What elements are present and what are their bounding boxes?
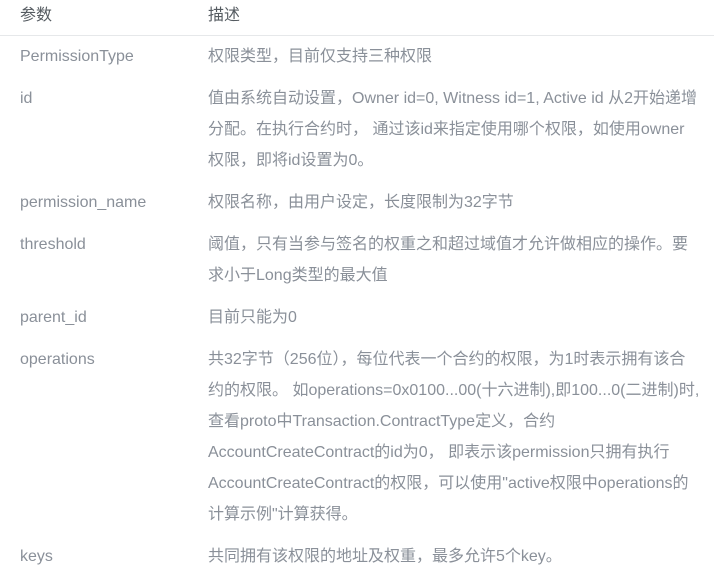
param-description: 权限名称，由用户设定，长度限制为32字节 [199,182,714,223]
param-description: 共32字节（256位），每位代表一个合约的权限，为1时表示拥有该合约的权限。 如… [199,338,714,536]
table-row: keys 共同拥有该权限的地址及权重，最多允许5个key。 [0,536,714,577]
param-name: PermissionType [0,36,199,78]
column-header-param: 参数 [0,0,199,36]
param-description: 值由系统自动设置，Owner id=0, Witness id=1, Activ… [199,77,714,182]
param-name: threshold [0,223,199,297]
param-name: operations [0,338,199,536]
table-row: operations 共32字节（256位），每位代表一个合约的权限，为1时表示… [0,338,714,536]
param-name: keys [0,536,199,577]
table-header: 参数 描述 [0,0,714,36]
param-name: parent_id [0,297,199,338]
table-row: permission_name 权限名称，由用户设定，长度限制为32字节 [0,182,714,223]
param-name: id [0,77,199,182]
param-name: permission_name [0,182,199,223]
param-description: 共同拥有该权限的地址及权重，最多允许5个key。 [199,536,714,577]
param-description: 目前只能为0 [199,297,714,338]
table-header-row: 参数 描述 [0,0,714,36]
param-description: 阈值，只有当参与签名的权重之和超过域值才允许做相应的操作。要求小于Long类型的… [199,223,714,297]
table-row: PermissionType 权限类型，目前仅支持三种权限 [0,36,714,78]
table-body: PermissionType 权限类型，目前仅支持三种权限 id 值由系统自动设… [0,36,714,577]
parameters-table: 参数 描述 PermissionType 权限类型，目前仅支持三种权限 id 值… [0,0,714,577]
column-header-desc: 描述 [199,0,714,36]
table-row: id 值由系统自动设置，Owner id=0, Witness id=1, Ac… [0,77,714,182]
param-description: 权限类型，目前仅支持三种权限 [199,36,714,78]
table-row: threshold 阈值，只有当参与签名的权重之和超过域值才允许做相应的操作。要… [0,223,714,297]
table-row: parent_id 目前只能为0 [0,297,714,338]
